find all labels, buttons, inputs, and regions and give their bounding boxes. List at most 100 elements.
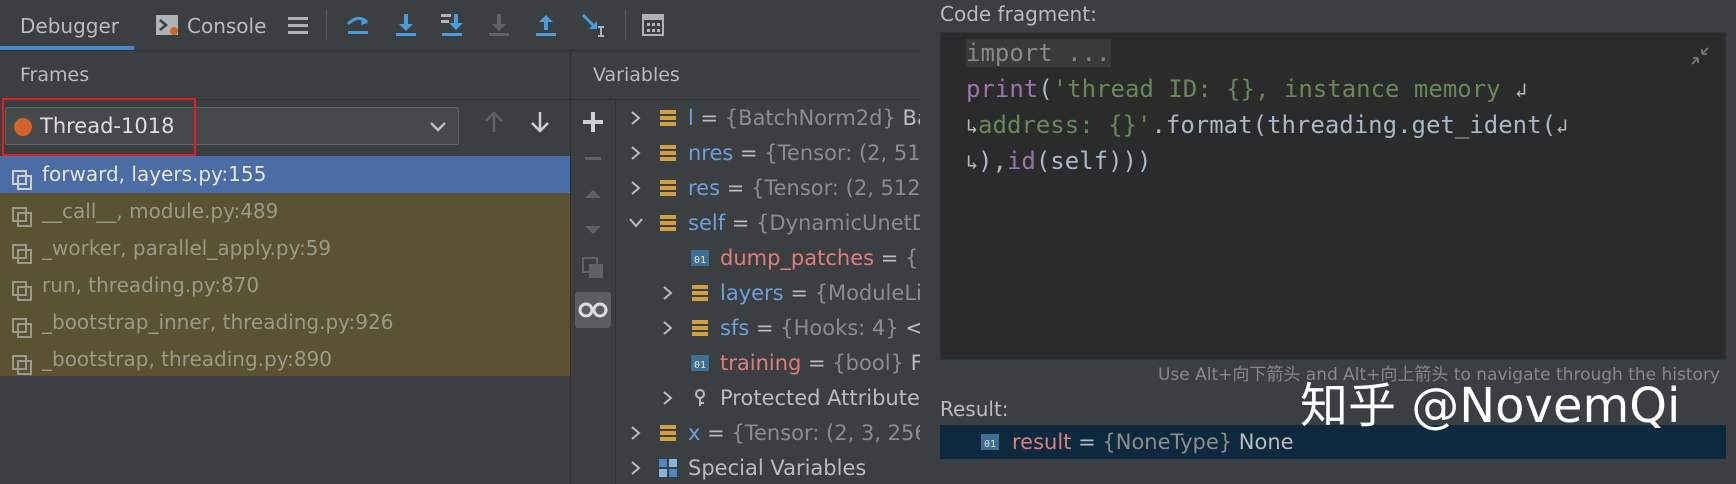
watches-glasses-icon[interactable] [575, 292, 611, 328]
result-value: None [1232, 430, 1294, 454]
special-variables-icon [659, 459, 677, 477]
variable-name: layers [720, 281, 784, 305]
menu-icon[interactable] [285, 12, 311, 38]
frames-list: forward, layers.py:155 __call__, module.… [0, 156, 570, 376]
chevron-down-icon[interactable] [628, 215, 644, 231]
variables-title: Variables [593, 64, 680, 86]
object-icon [660, 145, 676, 161]
chevron-right-icon[interactable] [660, 390, 676, 406]
variables-toolbar [571, 100, 616, 484]
primitive-01-icon: 01 [981, 434, 999, 450]
toolbar-separator [625, 10, 626, 40]
frame-item[interactable]: _worker, parallel_apply.py:59 [0, 230, 570, 267]
variable-type: {Tensor: (2, 512, [751, 176, 921, 200]
next-frame-arrow-icon[interactable] [529, 110, 551, 138]
soft-wrap-continue-icon: ↳ [966, 114, 979, 138]
variable-type: {b [905, 246, 921, 270]
primitive-01-icon: 01 [691, 355, 709, 371]
step-over-icon[interactable] [393, 12, 419, 38]
code-token: .format(threading.get_ident( [1151, 111, 1557, 139]
object-icon [660, 180, 676, 196]
variable-equals: = [700, 421, 732, 445]
variable-equals: = [693, 106, 725, 130]
frame-label: __call__, module.py:489 [42, 199, 279, 223]
soft-wrap-continue-icon: ↳ [966, 150, 979, 174]
variable-name: Protected Attributes [720, 386, 921, 410]
toolbar-separator [326, 10, 327, 40]
variable-type: {Tensor: (2, 512 [764, 141, 921, 165]
frames-title: Frames [20, 64, 90, 86]
variables-tree: l = {BatchNorm2d} Ba nres = {Tensor: (2,… [616, 100, 921, 484]
frame-item[interactable]: _bootstrap, threading.py:890 [0, 341, 570, 378]
frame-label: _worker, parallel_apply.py:59 [42, 236, 332, 260]
code-token-string: address: {}' [978, 111, 1152, 139]
chevron-right-icon[interactable] [628, 110, 644, 126]
object-icon [692, 285, 708, 301]
variable-equals: = [801, 351, 833, 375]
variable-equals: = [725, 211, 757, 235]
variable-equals: = [874, 246, 906, 270]
chevron-right-icon[interactable] [628, 145, 644, 161]
code-line: print('thread ID: {}, instance memory ↲ [966, 69, 1527, 109]
variable-type: {ModuleLis [814, 281, 921, 305]
result-equals: = [1071, 430, 1103, 454]
frame-label: run, threading.py:870 [42, 273, 260, 297]
frame-item[interactable]: run, threading.py:870 [0, 267, 570, 304]
stack-frame-icon [12, 276, 32, 301]
result-name: result [1012, 430, 1072, 454]
frame-item[interactable]: forward, layers.py:155 [0, 156, 570, 193]
variable-equals: = [783, 281, 815, 305]
soft-wrap-icon: ↲ [1515, 78, 1528, 102]
add-watch-icon[interactable] [579, 108, 607, 136]
variable-equals: = [720, 176, 751, 200]
code-fragment-editor[interactable]: import ... print('thread ID: {}, instanc… [940, 32, 1726, 360]
folded-import[interactable]: import ... [966, 39, 1111, 67]
object-icon [660, 425, 676, 441]
run-to-cursor-icon[interactable] [580, 12, 606, 38]
copy-icon [579, 254, 607, 282]
svg-text:01: 01 [984, 439, 996, 450]
show-execution-point-icon[interactable] [345, 12, 371, 38]
debugger-toolbar: Debugger Console [0, 0, 920, 51]
frames-header: Frames [0, 51, 570, 100]
code-token: (self))) [1035, 147, 1152, 175]
step-out-icon[interactable] [533, 12, 559, 38]
tab-debugger[interactable]: Debugger [0, 0, 134, 50]
primitive-01-icon: 01 [691, 250, 709, 266]
chevron-right-icon[interactable] [628, 460, 644, 476]
code-line: ↳),id(self))) [966, 141, 1151, 181]
previous-frame-arrow-icon[interactable] [483, 110, 505, 138]
variable-name: sfs [720, 316, 750, 340]
evaluate-expression-icon[interactable] [640, 12, 666, 38]
chevron-right-icon[interactable] [660, 285, 676, 301]
variable-type: {Hooks: 4} [780, 316, 899, 340]
step-into-my-code-icon[interactable] [439, 12, 465, 38]
variable-value: Fa [910, 351, 921, 375]
variable-name: training [720, 351, 802, 375]
stack-frame-icon [12, 350, 32, 375]
stack-frame-icon [12, 202, 32, 227]
stack-frame-icon [12, 313, 32, 338]
svg-text:01: 01 [694, 360, 706, 371]
frame-label: _bootstrap_inner, threading.py:926 [42, 310, 394, 334]
force-step-into-icon [486, 12, 512, 38]
variable-name: self [688, 211, 726, 235]
soft-wrap-icon: ↲ [1556, 114, 1569, 138]
collapse-icon[interactable] [1689, 45, 1711, 67]
variable-equals: = [749, 316, 781, 340]
chevron-right-icon[interactable] [628, 180, 644, 196]
frame-item[interactable]: __call__, module.py:489 [0, 193, 570, 230]
object-icon [692, 320, 708, 336]
chevron-down-icon[interactable] [428, 116, 448, 136]
code-fragment-label: Code fragment: [940, 2, 1097, 26]
code-token: ), [978, 147, 1007, 175]
chevron-right-icon[interactable] [628, 425, 644, 441]
variable-value: Ba [902, 106, 921, 130]
chevron-right-icon[interactable] [660, 320, 676, 336]
frame-item[interactable]: _bootstrap_inner, threading.py:926 [0, 304, 570, 341]
variables-header: Variables [571, 51, 921, 100]
result-type: {NoneType} [1102, 430, 1233, 454]
stack-frame-icon [12, 239, 32, 264]
variable-name: res [688, 176, 721, 200]
evaluate-expression-panel: Code fragment: import ... print('thread … [920, 0, 1736, 484]
